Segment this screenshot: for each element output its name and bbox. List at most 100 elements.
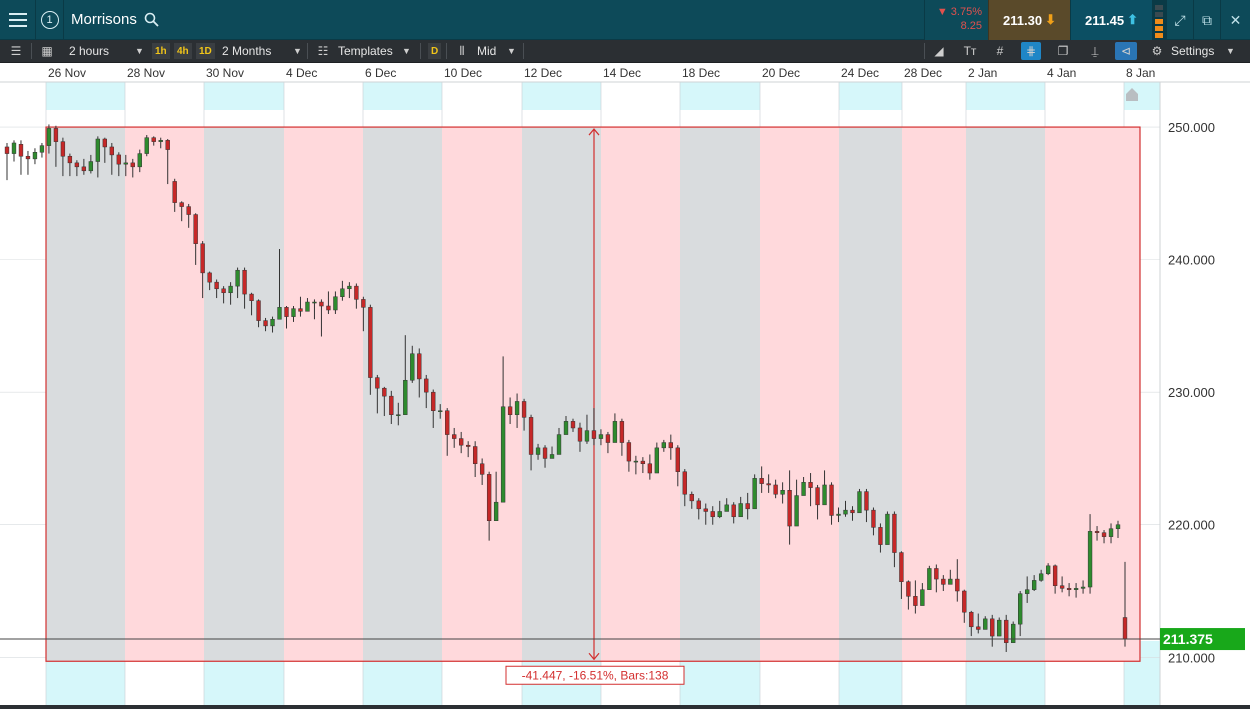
chevron-down-icon[interactable]: ▼ xyxy=(402,40,411,62)
chevron-down-icon[interactable]: ▼ xyxy=(293,40,302,62)
candle-body xyxy=(990,618,995,637)
candle-body xyxy=(801,482,806,496)
instrument-name[interactable]: Morrisons xyxy=(71,0,137,40)
interval-select[interactable]: 2 hours xyxy=(69,40,109,62)
candle-body xyxy=(696,500,701,510)
date-strip-shade xyxy=(363,82,442,110)
d-toggle-button[interactable]: D xyxy=(428,43,442,59)
candle-body xyxy=(717,511,722,518)
templates-button[interactable]: Templates xyxy=(338,40,393,62)
down-arrow-icon: ⬇ xyxy=(1045,12,1056,27)
candle-body xyxy=(32,152,38,160)
measure-fill xyxy=(760,127,839,662)
grid-icon[interactable]: # xyxy=(990,42,1010,60)
price-chart[interactable]: -41.447, -16.51%, Bars:138 26 Nov 28 Nov 3… xyxy=(0,63,1250,705)
drawing-tool-icon[interactable]: ⊲ xyxy=(1115,42,1137,60)
list-icon[interactable]: ☰ xyxy=(6,42,26,60)
candle xyxy=(885,511,890,545)
measurement-box[interactable]: -41.447, -16.51%, Bars:138 xyxy=(45,126,1141,685)
candle-body xyxy=(850,509,855,514)
candle-body xyxy=(773,484,778,495)
close-icon[interactable]: ✕ xyxy=(1220,0,1250,40)
candle-body xyxy=(165,140,170,150)
y-tick-label: 240.000 xyxy=(1168,253,1215,268)
trendline-icon[interactable]: ◢ xyxy=(929,42,949,60)
chart-area[interactable]: -41.447, -16.51%, Bars:138 26 Nov 28 Nov 3… xyxy=(0,63,1250,709)
candle-body xyxy=(521,401,527,418)
candle-body xyxy=(431,391,436,411)
templates-label: Templates xyxy=(338,44,393,58)
candle-body xyxy=(1108,528,1114,537)
candle-body xyxy=(843,509,848,515)
candle-body xyxy=(452,434,457,439)
measure-fill xyxy=(839,127,902,662)
price-type-value: Mid xyxy=(477,44,497,58)
candle-body xyxy=(577,427,583,442)
timeframe-1h-button[interactable]: 1h xyxy=(152,43,170,59)
candle-body xyxy=(584,430,590,442)
candle-body xyxy=(1045,565,1051,575)
date-strip-shade xyxy=(46,82,125,110)
gear-icon[interactable]: ⚙ xyxy=(1147,42,1167,60)
x-tick-label: 14 Dec xyxy=(603,66,641,80)
candle-body xyxy=(116,154,121,165)
candle-body xyxy=(829,484,834,516)
candle-body xyxy=(172,181,177,203)
y-tick-label: 230.000 xyxy=(1168,385,1215,400)
text-size-icon[interactable]: Tт xyxy=(960,42,980,60)
candle-body xyxy=(410,353,415,381)
chevron-down-icon[interactable]: ▼ xyxy=(507,40,516,62)
candle-body xyxy=(731,504,736,518)
candle-body xyxy=(207,272,212,283)
y-tick-label: 250.000 xyxy=(1168,120,1215,135)
sell-price-button[interactable]: 211.30 ⬇ xyxy=(988,0,1070,40)
candle-body xyxy=(193,214,198,244)
candle-body xyxy=(305,301,310,312)
y-tick-label: 210.000 xyxy=(1168,650,1215,665)
candle-body xyxy=(466,444,471,447)
candle-body xyxy=(417,353,422,380)
measure-fill xyxy=(442,127,522,662)
candle-body xyxy=(507,406,513,415)
info-button[interactable]: 1 xyxy=(36,0,64,40)
candle-body xyxy=(1073,588,1079,590)
price-type-select[interactable]: Mid xyxy=(477,40,496,62)
expand-icon[interactable]: ⤢ xyxy=(1166,0,1193,40)
up-arrow-icon: ⬆ xyxy=(1127,12,1138,27)
candle-body xyxy=(39,145,45,153)
candle-body xyxy=(689,493,694,502)
popout-icon[interactable]: ⧉ xyxy=(1193,0,1220,40)
range-value: 2 Months xyxy=(222,44,272,58)
settings-button[interactable]: Settings xyxy=(1171,40,1214,62)
timeframe-1d-button[interactable]: 1D xyxy=(196,43,215,59)
candle-body xyxy=(361,299,366,308)
date-strip-shade xyxy=(204,82,284,110)
candle-body xyxy=(1122,617,1128,640)
candle-body xyxy=(493,501,499,522)
x-tick-label: 20 Dec xyxy=(762,66,800,80)
measure-tool-icon[interactable]: ⋕ xyxy=(1021,42,1041,60)
buy-price-button[interactable]: 211.45 ⬆ xyxy=(1070,0,1152,40)
timeframe-4h-button[interactable]: 4h xyxy=(174,43,192,59)
candle-body xyxy=(514,401,520,415)
menu-button[interactable] xyxy=(0,0,36,40)
candle-body xyxy=(102,138,107,148)
candle-body xyxy=(787,490,792,527)
candle-body xyxy=(130,162,135,168)
candle-body xyxy=(396,414,401,416)
range-select[interactable]: 2 Months xyxy=(222,40,271,62)
candle-body xyxy=(1018,593,1023,625)
search-icon[interactable] xyxy=(144,12,159,27)
candle-body xyxy=(605,434,611,443)
indicator-icon[interactable]: ⍊ xyxy=(1085,42,1105,60)
candle-body xyxy=(18,144,24,157)
candle-body xyxy=(368,307,373,378)
candle-body xyxy=(438,410,443,412)
chart-type-icon[interactable]: ▦ xyxy=(37,42,57,60)
candle-body xyxy=(948,578,953,585)
chevron-down-icon[interactable]: ▼ xyxy=(135,40,144,62)
chevron-down-icon[interactable]: ▼ xyxy=(1226,40,1235,62)
candle-body xyxy=(780,490,785,495)
candle-body xyxy=(88,161,94,172)
layers-icon[interactable]: ❐ xyxy=(1053,42,1073,60)
